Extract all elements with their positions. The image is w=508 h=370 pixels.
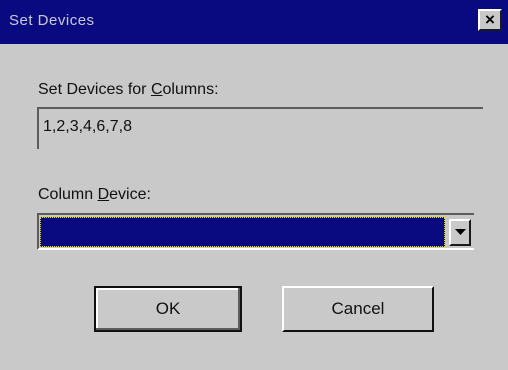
column-device-select[interactable] xyxy=(37,213,474,250)
columns-label-accelerator: C xyxy=(150,81,163,98)
column-device-selected-value xyxy=(40,217,445,247)
columns-label: Set Devices for Columns: xyxy=(38,81,219,99)
chevron-down-icon xyxy=(455,229,466,235)
column-device-label-rest: evice: xyxy=(109,186,151,203)
ok-button[interactable]: OK xyxy=(94,286,242,332)
cancel-button[interactable]: Cancel xyxy=(282,286,434,332)
window-title: Set Devices xyxy=(9,12,95,29)
column-device-label: Column Device: xyxy=(38,186,151,204)
columns-label-rest: olumns: xyxy=(162,81,219,98)
column-device-label-text: Column xyxy=(38,186,98,203)
columns-label-text: Set Devices for xyxy=(38,81,151,98)
dropdown-arrow-button[interactable] xyxy=(449,219,471,246)
title-bar[interactable]: Set Devices × xyxy=(0,0,508,44)
close-icon[interactable]: × xyxy=(478,9,502,31)
column-device-label-accelerator: D xyxy=(97,186,110,203)
set-devices-dialog: Set Devices × Set Devices for Columns: 1… xyxy=(0,0,508,370)
columns-input[interactable]: 1,2,3,4,6,7,8 xyxy=(37,107,483,149)
columns-input-value: 1,2,3,4,6,7,8 xyxy=(43,118,132,135)
